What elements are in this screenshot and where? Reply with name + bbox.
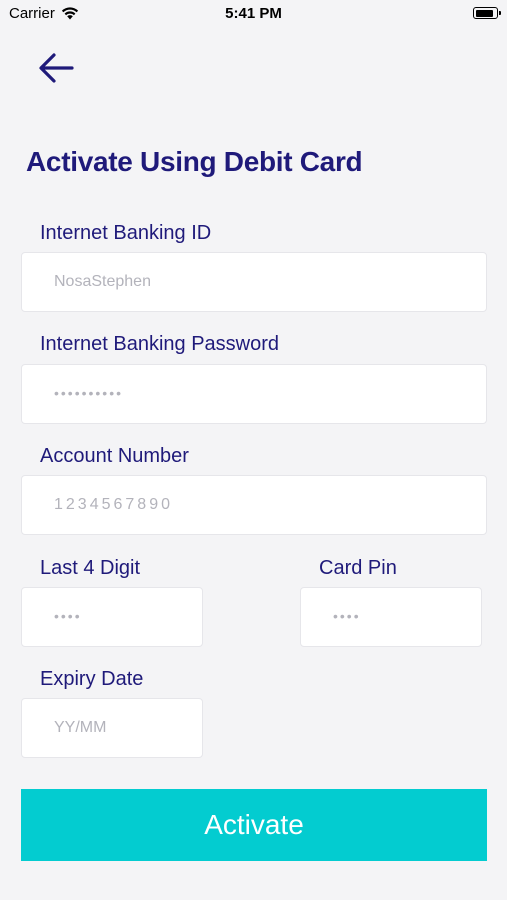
account-number-label: Account Number bbox=[40, 445, 189, 467]
internet-banking-id-input[interactable] bbox=[22, 273, 486, 291]
battery-icon bbox=[473, 7, 501, 19]
back-button[interactable] bbox=[36, 50, 76, 86]
expiry-date-field[interactable] bbox=[21, 698, 203, 758]
internet-banking-id-label: Internet Banking ID bbox=[40, 222, 212, 244]
page-title: Activate Using Debit Card bbox=[26, 146, 363, 177]
internet-banking-id-field[interactable] bbox=[21, 252, 487, 312]
internet-banking-password-field[interactable] bbox=[21, 364, 487, 424]
account-number-field[interactable] bbox=[21, 475, 487, 535]
status-bar: Carrier 5:41 PM bbox=[0, 0, 507, 28]
expiry-date-input[interactable] bbox=[22, 719, 202, 737]
battery-level bbox=[475, 9, 493, 17]
arrow-left-icon bbox=[39, 53, 74, 83]
status-time: 5:41 PM bbox=[225, 5, 282, 22]
last-4-digit-label: Last 4 Digit bbox=[40, 557, 141, 579]
last-4-digit-field[interactable] bbox=[21, 587, 203, 647]
account-number-input[interactable] bbox=[22, 496, 486, 514]
activate-button[interactable]: Activate bbox=[21, 789, 487, 861]
last-4-digit-input[interactable] bbox=[22, 608, 202, 626]
card-pin-field[interactable] bbox=[300, 587, 482, 647]
expiry-date-label: Expiry Date bbox=[40, 668, 144, 690]
internet-banking-password-label: Internet Banking Password bbox=[40, 333, 280, 355]
card-pin-label: Card Pin bbox=[319, 557, 397, 579]
card-pin-input[interactable] bbox=[301, 608, 481, 626]
internet-banking-password-input[interactable] bbox=[22, 385, 486, 403]
